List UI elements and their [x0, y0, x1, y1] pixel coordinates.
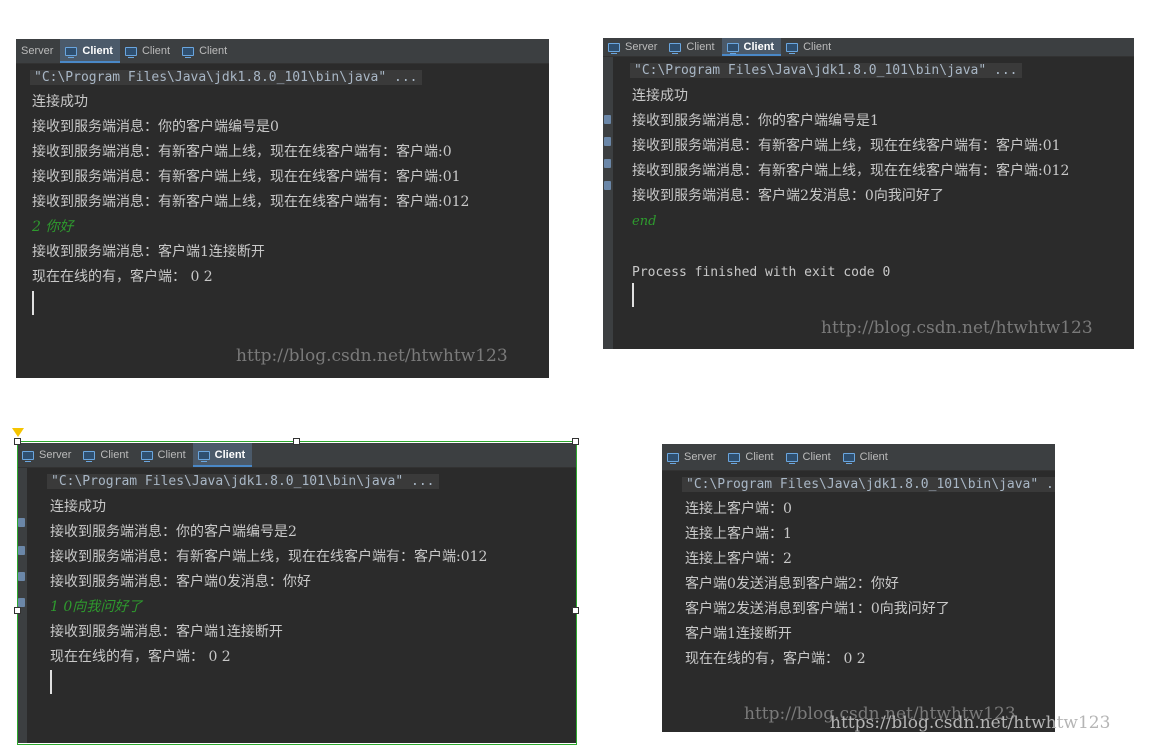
text-cursor [32, 291, 34, 315]
tab-label: Client [199, 45, 228, 57]
console-output[interactable]: "C:\Program Files\Java\jdk1.8.0_101\bin\… [603, 60, 1134, 349]
tab-label: Client [803, 41, 832, 53]
tab-client-3[interactable]: Client [838, 444, 895, 470]
output-line: 现在在线的有，客户端： 0 2 [32, 269, 213, 285]
process-exit-line: Process finished with exit code 0 [632, 265, 891, 280]
monitor-icon [182, 46, 195, 58]
tab-label: Server [625, 41, 658, 53]
user-input-line: 2 你好 [32, 219, 74, 235]
output-line: 连接成功 [632, 88, 688, 104]
blog-watermark: http://blog.csdn.net/htwhtw123 [821, 318, 1093, 338]
output-line: 连接上客户端：0 [685, 501, 792, 517]
output-line: 连接上客户端：1 [685, 526, 792, 542]
tab-server[interactable]: Server [16, 39, 60, 63]
monitor-icon [842, 452, 855, 464]
tab-client-2[interactable]: Client [781, 444, 838, 470]
command-line: "C:\Program Files\Java\jdk1.8.0_101\bin\… [682, 477, 1055, 492]
monitor-icon [728, 452, 741, 464]
run-tabbar: Server Client Client Client [662, 444, 1055, 471]
console-panel-b: Server Client Client Client "C:\Program … [603, 38, 1134, 349]
tab-client-1[interactable]: Client [664, 38, 721, 56]
resize-handle[interactable] [572, 438, 579, 445]
output-line: 接收到服务端消息：有新客户端上线，现在在线客户端有：客户端:012 [32, 194, 470, 210]
console-output[interactable]: "C:\Program Files\Java\jdk1.8.0_101\bin\… [16, 67, 549, 378]
tab-label: Client [859, 451, 888, 463]
monitor-icon [786, 42, 799, 54]
output-line: 连接上客户端：2 [685, 551, 792, 567]
output-line: 接收到服务端消息：有新客户端上线，现在在线客户端有：客户端:01 [32, 169, 461, 185]
monitor-icon [124, 46, 137, 58]
tab-client-1[interactable]: Client [60, 39, 120, 63]
console-output[interactable]: "C:\Program Files\Java\jdk1.8.0_101\bin\… [662, 474, 1055, 732]
monitor-icon [667, 452, 679, 464]
tab-label: Client [802, 451, 831, 463]
console-panel-a: Server Client Client Client "C:\Program … [16, 39, 549, 378]
output-line: 接收到服务端消息：有新客户端上线，现在在线客户端有：客户端:012 [632, 163, 1070, 179]
run-tabbar: Server Client Client Client [603, 38, 1134, 57]
output-line: 接收到服务端消息：有新客户端上线，现在在线客户端有：客户端:0 [32, 144, 452, 160]
tab-label: Client [82, 45, 113, 57]
output-line: 客户端1连接断开 [685, 626, 792, 642]
tab-server[interactable]: Server [662, 444, 723, 470]
output-line: 客户端0发送消息到客户端2：你好 [685, 576, 899, 592]
monitor-icon [608, 42, 620, 54]
site-watermark: https://blog.csdn.net/htwhtw123 [830, 713, 1111, 733]
output-line: 连接成功 [32, 94, 88, 110]
tab-label: Client [686, 41, 715, 53]
console-panel-d: Server Client Client Client "C:\Program … [662, 444, 1055, 732]
tab-label: Server [21, 45, 54, 57]
output-line: 接收到服务端消息：客户端2发消息：0向我问好了 [632, 188, 944, 204]
output-line: 接收到服务端消息：你的客户端编号是0 [32, 119, 279, 135]
output-line: 接收到服务端消息：客户端1连接断开 [32, 244, 265, 260]
text-cursor [632, 283, 634, 307]
resize-handle[interactable] [14, 438, 21, 445]
resize-handle[interactable] [293, 438, 300, 445]
tab-client-2[interactable]: Client [721, 38, 782, 56]
tab-label: Client [743, 41, 775, 53]
selection-border [17, 441, 577, 745]
output-line: 客户端2发送消息到客户端1：0向我问好了 [685, 601, 950, 617]
monitor-icon [65, 46, 78, 58]
monitor-icon [669, 42, 682, 54]
tab-client-3[interactable]: Client [177, 39, 234, 63]
run-tabbar: Server Client Client Client [16, 39, 549, 64]
tab-label: Client [745, 451, 774, 463]
tab-server[interactable]: Server [603, 38, 664, 56]
resize-handle[interactable] [572, 607, 579, 614]
tab-label: Client [141, 45, 171, 57]
tab-client-2[interactable]: Client [120, 39, 177, 63]
output-line: 接收到服务端消息：你的客户端编号是1 [632, 113, 879, 129]
command-line: "C:\Program Files\Java\jdk1.8.0_101\bin\… [30, 70, 422, 85]
tab-label: Server [684, 451, 717, 463]
output-line: 接收到服务端消息：有新客户端上线，现在在线客户端有：客户端:01 [632, 138, 1061, 154]
tab-client-3[interactable]: Client [781, 38, 838, 56]
resize-handle[interactable] [14, 607, 21, 614]
monitor-icon [726, 42, 739, 54]
output-line: 现在在线的有，客户端： 0 2 [685, 651, 866, 667]
command-line: "C:\Program Files\Java\jdk1.8.0_101\bin\… [630, 63, 1022, 78]
anchor-marker-icon [12, 428, 24, 437]
blog-watermark: http://blog.csdn.net/htwhtw123 [236, 346, 508, 366]
monitor-icon [785, 452, 798, 464]
tab-client-1[interactable]: Client [723, 444, 780, 470]
user-input-line: end [632, 214, 657, 229]
